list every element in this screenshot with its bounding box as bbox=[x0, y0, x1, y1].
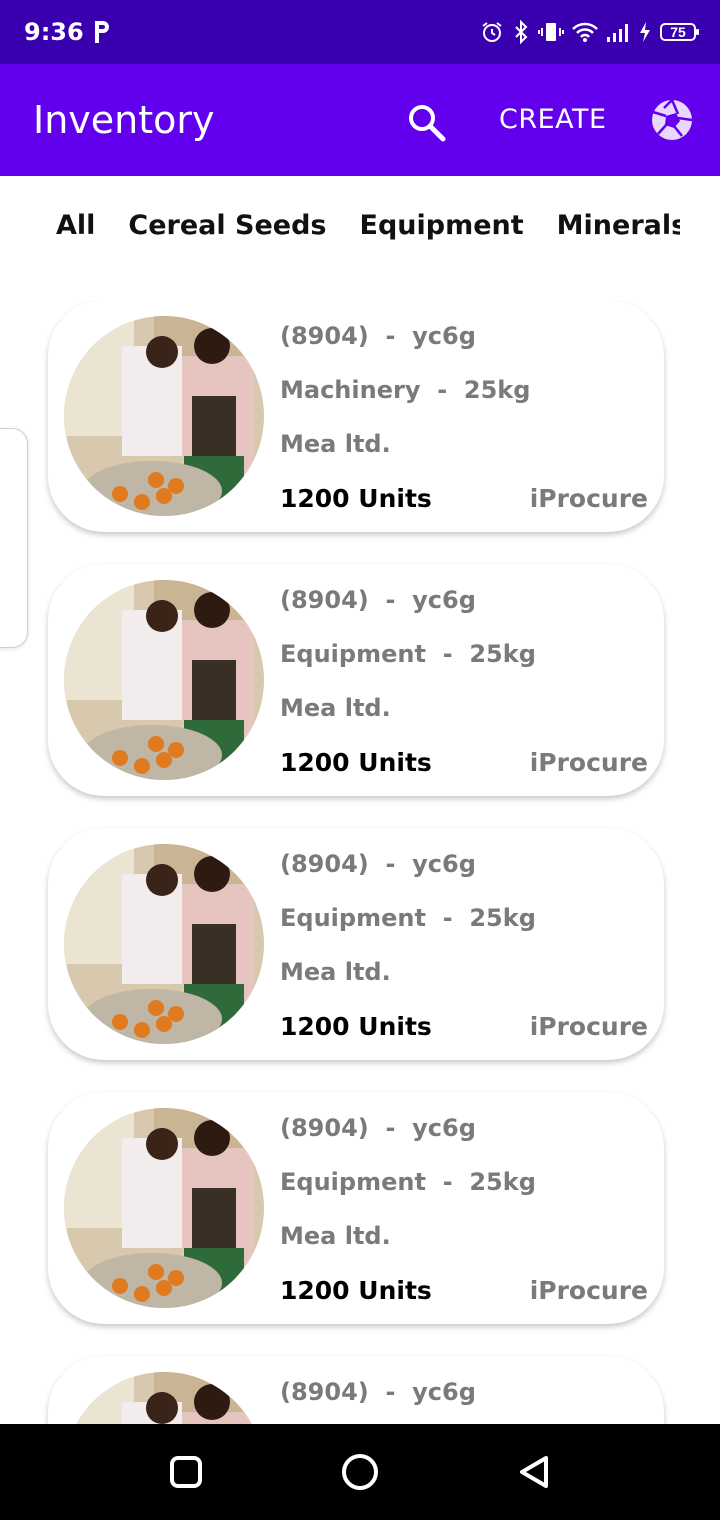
item-code-line: (8904) - yc6g bbox=[280, 850, 476, 878]
search-icon[interactable] bbox=[404, 100, 448, 144]
item-supplier: iProcure bbox=[529, 1276, 648, 1305]
item-code-line: (8904) - yc6g bbox=[280, 1114, 476, 1142]
item-ref: yc6g bbox=[412, 1378, 476, 1406]
item-category: Equipment bbox=[280, 640, 426, 668]
item-ref: yc6g bbox=[412, 586, 476, 614]
item-supplier: iProcure bbox=[529, 748, 648, 777]
item-company: Mea ltd. bbox=[280, 694, 391, 722]
inventory-card[interactable]: (8904) - yc6g Equipment - 25kg Mea ltd. … bbox=[48, 564, 664, 796]
item-code-line: (8904) - yc6g bbox=[280, 1378, 476, 1406]
item-units: 1200 Units bbox=[280, 1012, 432, 1041]
separator: - bbox=[442, 640, 453, 668]
category-tabs: All Cereal Seeds Equipment Minerals Ma bbox=[0, 176, 720, 286]
inventory-card[interactable]: (8904) - yc6g bbox=[48, 1356, 664, 1424]
item-category-line: Machinery - 25kg bbox=[280, 376, 530, 404]
item-ref: yc6g bbox=[412, 322, 476, 350]
separator: - bbox=[385, 322, 396, 350]
item-category: Equipment bbox=[280, 904, 426, 932]
tabs-fade bbox=[680, 176, 720, 286]
item-supplier: iProcure bbox=[529, 1012, 648, 1041]
page-title: Inventory bbox=[33, 98, 215, 142]
item-category-line: Equipment - 25kg bbox=[280, 904, 536, 932]
item-category: Equipment bbox=[280, 1168, 426, 1196]
item-code-line: (8904) - yc6g bbox=[280, 322, 476, 350]
item-category-line: Equipment - 25kg bbox=[280, 640, 536, 668]
signal-icon bbox=[607, 24, 628, 42]
wifi-icon bbox=[572, 22, 598, 42]
product-thumbnail bbox=[64, 844, 264, 1044]
inventory-card[interactable]: (8904) - yc6g Machinery - 25kg Mea ltd. … bbox=[48, 300, 664, 532]
item-weight: 25kg bbox=[463, 376, 531, 404]
separator: - bbox=[385, 850, 396, 878]
status-bar: 9:36 75 bbox=[0, 0, 720, 64]
status-icons: 75 bbox=[480, 18, 699, 46]
item-supplier: iProcure bbox=[529, 484, 648, 513]
product-thumbnail bbox=[64, 1372, 264, 1424]
item-code: (8904) bbox=[280, 1378, 369, 1406]
tab-minerals[interactable]: Minerals bbox=[557, 210, 688, 241]
inventory-list[interactable]: (8904) - yc6g Machinery - 25kg Mea ltd. … bbox=[0, 300, 720, 1424]
item-company: Mea ltd. bbox=[280, 1222, 391, 1250]
charging-icon bbox=[640, 22, 650, 42]
item-code: (8904) bbox=[280, 586, 369, 614]
triangle-back-icon[interactable] bbox=[512, 1450, 556, 1494]
item-code-line: (8904) - yc6g bbox=[280, 586, 476, 614]
item-units: 1200 Units bbox=[280, 484, 432, 513]
vibrate-icon bbox=[538, 23, 564, 41]
inventory-card[interactable]: (8904) - yc6g Equipment - 25kg Mea ltd. … bbox=[48, 1092, 664, 1324]
item-ref: yc6g bbox=[412, 850, 476, 878]
circle-home-icon[interactable] bbox=[338, 1450, 382, 1494]
tab-equipment[interactable]: Equipment bbox=[360, 210, 524, 241]
item-units: 1200 Units bbox=[280, 1276, 432, 1305]
separator: - bbox=[385, 1114, 396, 1142]
product-thumbnail bbox=[64, 1108, 264, 1308]
item-units: 1200 Units bbox=[280, 748, 432, 777]
tab-all[interactable]: All bbox=[56, 210, 95, 241]
inventory-card[interactable]: (8904) - yc6g Equipment - 25kg Mea ltd. … bbox=[48, 828, 664, 1060]
separator: - bbox=[385, 586, 396, 614]
separator: - bbox=[437, 376, 448, 404]
bluetooth-icon bbox=[515, 20, 528, 44]
separator: - bbox=[385, 1378, 396, 1406]
item-category-line: Equipment - 25kg bbox=[280, 1168, 536, 1196]
item-weight: 25kg bbox=[469, 904, 536, 932]
item-weight: 25kg bbox=[469, 640, 536, 668]
item-weight: 25kg bbox=[469, 1168, 536, 1196]
product-thumbnail bbox=[64, 316, 264, 516]
battery-icon: 75 bbox=[660, 23, 699, 41]
separator: - bbox=[442, 1168, 453, 1196]
system-nav-bar bbox=[0, 1424, 720, 1520]
item-ref: yc6g bbox=[412, 1114, 476, 1142]
item-category: Machinery bbox=[280, 376, 421, 404]
side-drawer-handle[interactable] bbox=[0, 428, 28, 648]
item-code: (8904) bbox=[280, 850, 369, 878]
parking-icon bbox=[95, 21, 109, 43]
separator: - bbox=[442, 904, 453, 932]
square-recents-icon[interactable] bbox=[164, 1450, 208, 1494]
item-company: Mea ltd. bbox=[280, 430, 391, 458]
create-button[interactable]: CREATE bbox=[499, 104, 607, 135]
item-code: (8904) bbox=[280, 1114, 369, 1142]
camera-aperture-icon[interactable] bbox=[650, 98, 694, 142]
item-company: Mea ltd. bbox=[280, 958, 391, 986]
alarm-icon bbox=[482, 22, 502, 42]
product-thumbnail bbox=[64, 580, 264, 780]
status-time: 9:36 bbox=[24, 18, 84, 46]
tab-cereal-seeds[interactable]: Cereal Seeds bbox=[128, 210, 326, 241]
item-code: (8904) bbox=[280, 322, 369, 350]
app-bar: Inventory CREATE bbox=[0, 64, 720, 176]
